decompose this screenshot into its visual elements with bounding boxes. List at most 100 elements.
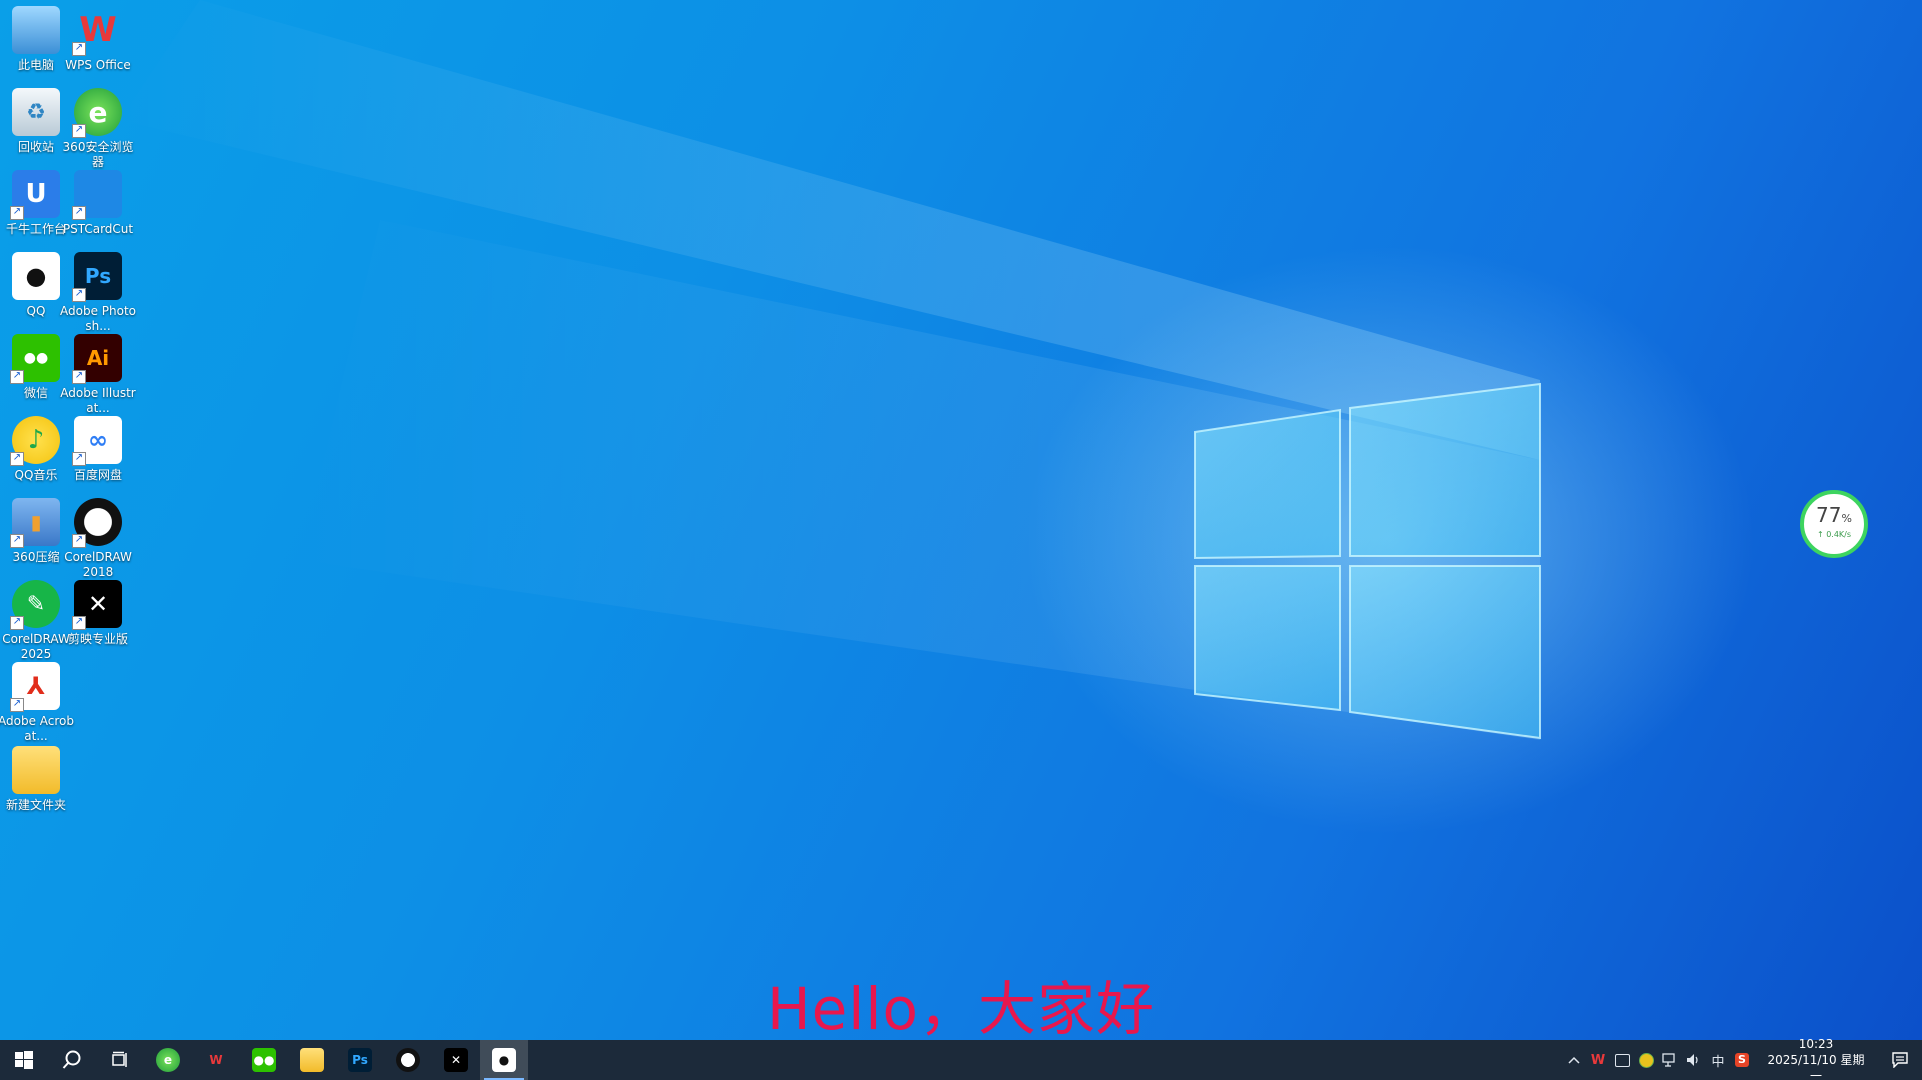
taskbar-app-wechat[interactable]: ●● bbox=[240, 1040, 288, 1080]
desktop-icon-label: Adobe Illustrat... bbox=[60, 386, 136, 415]
network-usage-widget[interactable]: 77% ↑ 0.4K/s bbox=[1800, 490, 1868, 558]
coreldraw-2018-icon: ✎ ↗ bbox=[72, 498, 122, 548]
qianniu-icon: U ↗ bbox=[10, 170, 60, 220]
desktop-icon-acrobat[interactable]: ⅄ ↗ Adobe Acrobat... bbox=[0, 662, 74, 744]
shortcut-arrow-icon: ↗ bbox=[72, 42, 86, 56]
tray-wps[interactable]: W bbox=[1586, 1040, 1610, 1080]
desktop-icon-label: Adobe Photosh... bbox=[60, 304, 137, 333]
sogou-ime-icon: S bbox=[1735, 1053, 1749, 1067]
desktop-icon-label: 新建文件夹 bbox=[5, 798, 66, 812]
coreldraw-2025-icon: ✎ ↗ bbox=[10, 580, 60, 630]
search-button[interactable] bbox=[48, 1040, 96, 1080]
tray-security[interactable] bbox=[1610, 1040, 1634, 1080]
desktop-icon-folder[interactable]: 新建文件夹 bbox=[0, 746, 74, 813]
360-zip-icon: ▮ ↗ bbox=[10, 498, 60, 548]
video-caption: Hello，大家好 bbox=[766, 975, 1155, 1043]
desktop-icon-label: WPS Office bbox=[65, 58, 131, 72]
desktop-icon-coreldraw-2018[interactable]: ✎ ↗ CorelDRAW 2018 bbox=[60, 498, 136, 580]
chevron-up-icon bbox=[1568, 1056, 1580, 1064]
recycle-bin-icon: ♻ bbox=[12, 88, 60, 136]
notification-icon bbox=[1892, 1052, 1908, 1068]
desktop-icon-label: 剪映专业版 bbox=[67, 632, 128, 646]
wechat-icon: ●● ↗ bbox=[10, 334, 60, 384]
shortcut-arrow-icon: ↗ bbox=[72, 616, 86, 630]
search-icon bbox=[62, 1050, 81, 1069]
tray-volume[interactable] bbox=[1682, 1040, 1706, 1080]
taskbar-app-file-explorer[interactable] bbox=[288, 1040, 336, 1080]
network-icon bbox=[1662, 1053, 1675, 1067]
action-center-button[interactable] bbox=[1878, 1040, 1922, 1080]
desktop-icon-label: Adobe Acrobat... bbox=[0, 714, 74, 743]
desktop-icon-label: 360安全浏览器 bbox=[62, 140, 134, 169]
taskbar-app-wps-office[interactable]: W bbox=[192, 1040, 240, 1080]
qq-icon: ● bbox=[492, 1048, 516, 1072]
folder-icon bbox=[300, 1048, 324, 1072]
clock-time: 10:23 bbox=[1798, 1037, 1834, 1051]
desktop-icon-photoshop[interactable]: Ps ↗ Adobe Photosh... bbox=[60, 252, 136, 334]
illustrator-icon: Ai ↗ bbox=[72, 334, 122, 384]
taskbar: e W ●● Ps ✕ ● W 中 S 10:23 2025/11/10 星期一 bbox=[0, 1037, 1922, 1080]
photoshop-icon: Ps ↗ bbox=[72, 252, 122, 302]
shortcut-arrow-icon: ↗ bbox=[10, 452, 24, 466]
acrobat-icon: ⅄ ↗ bbox=[10, 662, 60, 712]
capcut-icon: ✕ bbox=[444, 1048, 468, 1072]
360-browser-icon: e bbox=[156, 1048, 180, 1072]
desktop-icon-illustrator[interactable]: Ai ↗ Adobe Illustrat... bbox=[60, 334, 136, 416]
volume-icon bbox=[1687, 1054, 1698, 1066]
qq-icon: ● bbox=[12, 252, 60, 300]
folder-icon bbox=[12, 746, 60, 794]
desktop-icon-360-browser[interactable]: e ↗ 360安全浏览器 bbox=[60, 88, 136, 170]
security-tray-icon bbox=[1614, 1053, 1630, 1067]
desktop-icon-label: 百度网盘 bbox=[73, 468, 122, 482]
tray-sogou[interactable]: S bbox=[1730, 1040, 1754, 1080]
task-view-icon bbox=[112, 1051, 127, 1067]
360-browser-icon: e ↗ bbox=[72, 88, 122, 138]
desktop[interactable]: 此电脑 W ↗ WPS Office ♻ 回收站 e ↗ 360安全浏览器 U ↗ 千牛工作台 ↗ PST… bbox=[0, 0, 1922, 1080]
wallpaper-light-beams bbox=[120, 0, 1540, 740]
clock-date: 2025/11/10 星期一 bbox=[1767, 1053, 1865, 1080]
windows-start-icon bbox=[15, 1051, 33, 1069]
shortcut-arrow-icon: ↗ bbox=[10, 206, 24, 220]
desktop-icon-capcut[interactable]: ✕ ↗ 剪映专业版 bbox=[60, 580, 136, 647]
baidu-netdisk-icon: ∞ ↗ bbox=[72, 416, 122, 466]
upload-speed: ↑ 0.4K/s bbox=[1816, 530, 1852, 539]
shortcut-arrow-icon: ↗ bbox=[72, 370, 86, 384]
input-method-indicator[interactable]: 中 bbox=[1706, 1040, 1730, 1080]
desktop-icon-wps-office[interactable]: W ↗ WPS Office bbox=[60, 6, 136, 73]
wps-office-icon: W bbox=[209, 1053, 223, 1067]
shortcut-arrow-icon: ↗ bbox=[72, 124, 86, 138]
memory-percent: 77% bbox=[1816, 503, 1852, 527]
desktop-icon-label: PSTCardCut bbox=[62, 222, 134, 236]
shortcut-arrow-icon: ↗ bbox=[10, 698, 24, 712]
shortcut-arrow-icon: ↗ bbox=[10, 534, 24, 548]
desktop-icon-baidu-netdisk[interactable]: ∞ ↗ 百度网盘 bbox=[60, 416, 136, 483]
wps-tray-icon: W bbox=[1590, 1052, 1606, 1068]
shortcut-arrow-icon: ↗ bbox=[72, 452, 86, 466]
system-tray: W 中 S 10:23 2025/11/10 星期一 bbox=[1562, 1037, 1922, 1080]
360-tray-icon bbox=[1638, 1052, 1654, 1068]
pstcardcut-icon: ↗ bbox=[72, 170, 122, 220]
taskbar-clock[interactable]: 10:23 2025/11/10 星期一 bbox=[1754, 1036, 1878, 1080]
taskbar-app-coreldraw[interactable] bbox=[384, 1040, 432, 1080]
desktop-icon-label: CorelDRAW 2018 bbox=[64, 550, 132, 579]
show-hidden-icons-button[interactable] bbox=[1562, 1040, 1586, 1080]
tray-network[interactable] bbox=[1658, 1040, 1682, 1080]
capcut-icon: ✕ ↗ bbox=[72, 580, 122, 630]
taskbar-app-qq[interactable]: ● bbox=[480, 1040, 528, 1080]
task-view-button[interactable] bbox=[96, 1040, 144, 1080]
tray-360[interactable] bbox=[1634, 1040, 1658, 1080]
coreldraw-icon bbox=[396, 1048, 420, 1072]
taskbar-app-capcut[interactable]: ✕ bbox=[432, 1040, 480, 1080]
shortcut-arrow-icon: ↗ bbox=[10, 370, 24, 384]
qq-music-icon: ♪ ↗ bbox=[10, 416, 60, 466]
desktop-icon-pstcardcut[interactable]: ↗ PSTCardCut bbox=[60, 170, 136, 237]
wps-office-icon: W ↗ bbox=[72, 6, 122, 56]
taskbar-app-photoshop[interactable]: Ps bbox=[336, 1040, 384, 1080]
shortcut-arrow-icon: ↗ bbox=[72, 288, 86, 302]
shortcut-arrow-icon: ↗ bbox=[72, 534, 86, 548]
taskbar-app-360-browser[interactable]: e bbox=[144, 1040, 192, 1080]
windows-logo-wallpaper bbox=[1194, 382, 1541, 740]
computer-icon bbox=[12, 6, 60, 54]
start-button[interactable] bbox=[0, 1040, 48, 1080]
wechat-icon: ●● bbox=[252, 1048, 276, 1072]
